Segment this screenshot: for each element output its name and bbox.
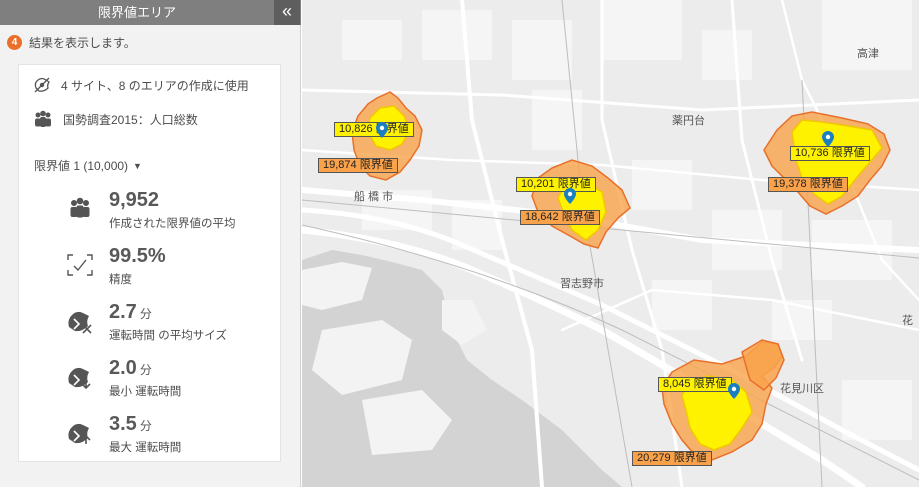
people-icon [70, 197, 90, 218]
map-pin-icon[interactable] [376, 122, 388, 138]
basemap [302, 0, 919, 487]
accuracy-check-icon [67, 254, 93, 276]
place-label-yakuendai: 薬円台 [672, 115, 705, 127]
place-label-funabashi: 船 橋 市 [354, 191, 394, 203]
sites-area-icon [34, 77, 50, 93]
sites-info-text: 4 サイト、8 のエリアの作成に使用 [61, 78, 249, 93]
drive-time-average-icon [68, 311, 92, 334]
step-text: 結果を表示します。 [29, 35, 136, 50]
threshold-panel: 限界値エリア « 4 結果を表示します。 4 サイト、8 のエリアの作成に使用 … [0, 0, 301, 487]
area-inner-label[interactable]: 10,826 限界値 [334, 122, 414, 137]
collapse-panel-button[interactable]: « [274, 0, 300, 25]
place-label-hana: 花 [902, 315, 913, 327]
area-inner-label[interactable]: 10,201 限界値 [516, 177, 596, 192]
place-label-narashino: 習志野市 [560, 278, 604, 290]
area-outer-label[interactable]: 20,279 限界値 [632, 451, 712, 466]
dataset-info-text: 国勢調査2015：人口総数 [63, 112, 198, 127]
stat-value: 2.7 分 [109, 301, 152, 323]
dataset-info-row: 国勢調査2015：人口総数 [33, 108, 198, 130]
stat-value: 2.0 分 [109, 357, 152, 379]
step-number-badge: 4 [7, 34, 22, 50]
results-card: 4 サイト、8 のエリアの作成に使用 国勢調査2015：人口総数 限界値 1 (… [18, 64, 281, 462]
panel-title: 限界値エリア [97, 5, 176, 20]
map-pin-icon[interactable] [564, 188, 576, 204]
stat-accuracy: 99.5% 精度 [65, 245, 275, 289]
area-inner-label[interactable]: 8,045 限界値 [658, 377, 732, 392]
population-icon [35, 110, 51, 127]
map-pin-icon[interactable] [728, 383, 740, 399]
place-label-hanamigawa: 花見川区 [780, 383, 824, 395]
area-outer-label[interactable]: 19,874 限界値 [318, 158, 398, 173]
stat-min-drive-time: 2.0 分 最小 運転時間 [65, 357, 275, 401]
stat-average-drive-time: 2.7 分 運転時間 の平均サイズ [65, 301, 275, 345]
stat-value: 3.5 分 [109, 413, 152, 435]
stat-value: 99.5% [109, 245, 166, 267]
stat-label: 最小 運転時間 [109, 386, 182, 398]
stat-label: 作成された限界値の平均 [109, 218, 236, 230]
caret-down-icon: ▼ [133, 160, 142, 171]
drive-time-min-icon [68, 367, 91, 390]
place-label-takatsu: 高津 [857, 48, 879, 60]
stat-label: 精度 [109, 274, 132, 286]
area-inner-label[interactable]: 10,736 限界値 [790, 146, 870, 161]
sites-info-row: 4 サイト、8 のエリアの作成に使用 [33, 74, 249, 96]
drive-time-max-icon [68, 423, 91, 444]
map-pin-icon[interactable] [822, 131, 834, 147]
step-indicator: 4 結果を表示します。 [7, 33, 136, 51]
area-outer-label[interactable]: 19,378 限界値 [768, 177, 848, 192]
map-view[interactable]: 船 橋 市 習志野市 薬円台 高津 花見川区 花 10,826 限界値 19,8… [302, 0, 919, 487]
threshold-dropdown-label: 限界値 1 (10,000) [34, 159, 129, 173]
double-chevron-left-icon: « [281, 1, 292, 21]
area-outer-label[interactable]: 18,642 限界値 [520, 210, 600, 225]
threshold-dropdown[interactable]: 限界値 1 (10,000) ▼ [34, 157, 142, 174]
stat-max-drive-time: 3.5 分 最大 運転時間 [65, 413, 275, 457]
stat-label: 運転時間 の平均サイズ [109, 330, 227, 342]
stat-value: 9,952 [109, 189, 160, 211]
stat-average-threshold: 9,952 作成された限界値の平均 [65, 189, 275, 233]
stat-label: 最大 運転時間 [109, 442, 182, 454]
panel-header: 限界値エリア « [0, 0, 301, 25]
